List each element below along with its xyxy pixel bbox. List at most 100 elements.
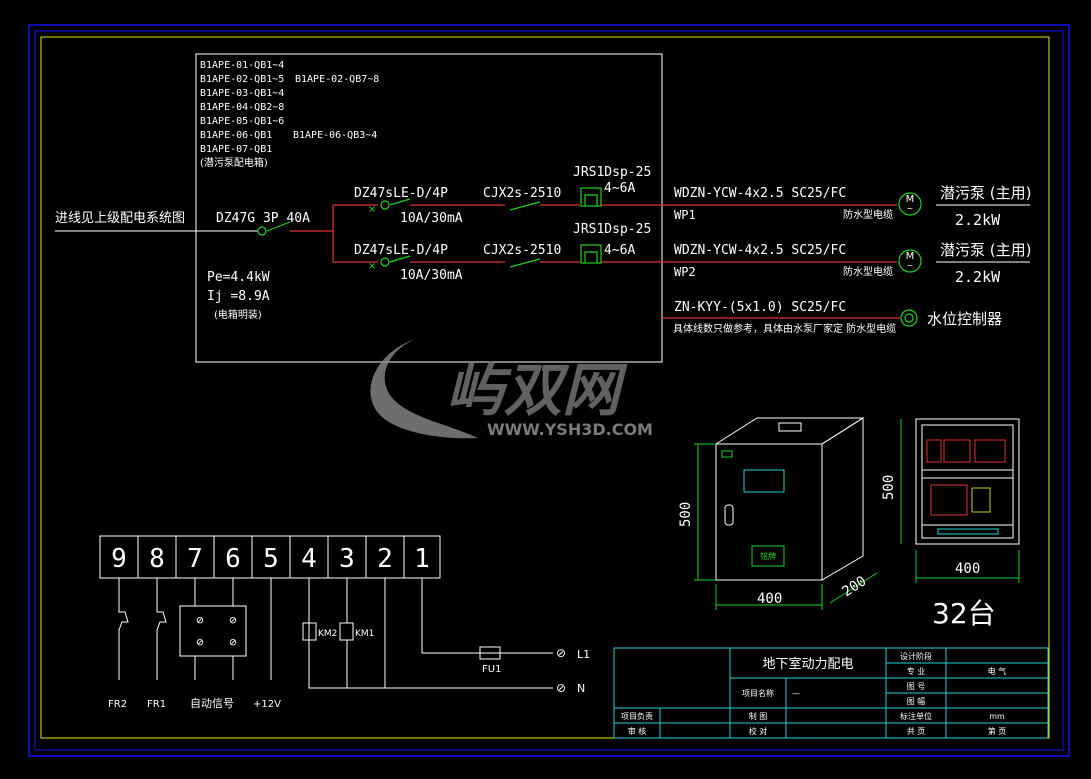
cabinet-badge [721,450,733,458]
circuit-id: WP2 [674,265,696,279]
cabinet-side [821,417,864,581]
panel-list-item: B1APE-06-QB1 [200,130,272,141]
plus12-label: +12V [253,699,281,710]
cable-note: 防水型电缆 [843,265,893,278]
panel-list-item-extra: B1APE-06-QB3~4 [293,130,377,141]
terminal-number: 6 [225,544,241,574]
fu1-label: FU1 [482,664,501,675]
level-controller-icon [900,309,918,327]
contactor-group [930,484,968,516]
rcd-label: DZ47sLE-D/4P [354,186,448,201]
relay-label: JRS1Dsp-25 [573,222,651,237]
terminal-number: 9 [111,544,127,574]
specialty-value: 电 气 [988,666,1007,676]
rcd-symbol [380,200,390,210]
checker-label: 校 对 [749,726,768,736]
rcd-cross-mark: × [368,204,376,215]
drafter-label: 制 图 [749,711,768,721]
auto-signal-contact: ⊘ [196,613,203,627]
controller-cable: ZN-KYY-(5x1.0) SC25/FC [674,300,846,315]
watermark-url: WWW.YSH3D.COM [487,420,653,439]
terminal-number: 7 [187,544,203,574]
drawing-title: 地下室动力配电 [762,656,853,672]
cabinet-lock-icon [724,504,734,526]
circuit-wp1: DZ47sLE-D/4P × 10A/30mA CJX2s-2510 JRS1D… [333,165,1031,229]
cabinet-height-label: 500 [678,502,694,527]
front-height-label: 500 [881,475,897,500]
main-breaker-symbol [257,226,267,236]
contactor-contact [509,258,541,268]
load-power: 2.2kW [955,211,1001,229]
rcd-symbol [380,257,390,267]
load-current: Ij =8.9A [207,289,270,304]
panel-list-item: B1APE-05-QB1~6 [200,116,284,127]
cabinet-window [743,469,785,493]
specialty-label: 专 业 [907,666,926,676]
n-terminal-icon: ⊘ [556,681,566,695]
fr1-label: FR1 [147,699,166,710]
nameplate-text: 铭牌 [760,551,776,561]
cable-spec: WDZN-YCW-4x2.5 SC25/FC [674,186,846,201]
cabinet-handle-top [778,422,802,432]
controller-note: 具体线数只做参考，具体由水泵厂家定 防水型电缆 [673,322,896,335]
circuit-id: WP1 [674,208,696,222]
l1-label: L1 [577,648,590,661]
project-name-value: — [792,689,800,698]
cabinet-depth-label: 200 [839,573,869,600]
cabinet-width-label: 400 [757,591,782,607]
terminal-strip [937,528,999,535]
km1-coil [339,622,354,641]
breaker-group-2 [974,439,1006,463]
cable-note: 防水型电缆 [843,208,893,221]
terminal-number: 5 [263,544,279,574]
load-name: 潜污泵 (主用) [940,241,1031,259]
electrical-drawing: B1APE-01-QB1~4 B1APE-02-QB1~5 B1APE-02-Q… [28,24,1070,757]
load-name: 潜污泵 (主用) [940,184,1031,202]
thermal-relay-symbol [580,187,602,207]
terminal-number: 8 [149,544,165,574]
standard-unit-value: mm [989,712,1005,721]
panel-list-item: B1APE-02-QB1~5 [200,74,284,85]
km1-label: KM1 [355,629,374,639]
drawing-no-label: 图 号 [907,682,926,691]
breaker-group-1b [943,439,971,463]
terminal-number: 2 [377,544,393,574]
standard-unit-label: 标注单位 [900,711,932,721]
cabinet-3d-view: 铭牌 500 400 200 [678,417,878,610]
circuit-wp2: DZ47sLE-D/4P × 10A/30mA CJX2s-2510 JRS1D… [333,222,1031,286]
load-power: 2.2kW [955,268,1001,286]
main-breaker-label: DZ47G 3P 40A [216,211,310,226]
cabinet-front-layout: 500 400 32台 [881,418,1020,630]
incoming-feeder-label: 进线见上级配电系统图 [55,211,185,226]
cabinet-quantity: 32台 [932,597,996,630]
watermark-brand: 屿双网 [446,356,628,424]
total-pages-label: 共 页 [907,727,926,736]
terminal-number: 4 [301,544,317,574]
thermal-relay-element [584,251,598,263]
wire-km-common [308,578,553,689]
panel-list: B1APE-01-QB1~4 B1APE-02-QB1~5 B1APE-02-Q… [200,60,379,169]
auto-signal-contact: ⊘ [229,635,236,649]
relay-range: 4~6A [604,181,635,196]
front-width-label: 400 [955,561,980,577]
wire-l1 [421,578,553,654]
load-power: Pe=4.4kW [207,270,270,285]
mount-note: (电箱明装) [214,308,262,321]
motor-ac-mark: ~ [907,204,914,213]
auto-signal-contact: ⊘ [229,613,236,627]
fr2-label: FR2 [108,699,127,710]
km2-label: KM2 [318,629,337,639]
l1-terminal-icon: ⊘ [556,646,566,660]
wire-fr2 [118,578,129,680]
rcd-cross-mark: × [368,261,376,272]
design-stage-label: 设计阶段 [900,651,932,661]
panel-list-item: B1APE-01-QB1~4 [200,60,284,71]
auto-signal-contact: ⊘ [196,635,203,649]
rcd-rating: 10A/30mA [400,268,463,283]
project-lead-label: 项目负责 [621,711,653,721]
page-label: 第 页 [988,726,1007,736]
controller-circuit: ZN-KYY-(5x1.0) SC25/FC 具体线数只做参考，具体由水泵厂家定… [662,300,1002,335]
level-controller-icon-inner [904,313,914,323]
panel-list-item: B1APE-03-QB1~4 [200,88,284,99]
wire-fr1 [156,578,167,680]
